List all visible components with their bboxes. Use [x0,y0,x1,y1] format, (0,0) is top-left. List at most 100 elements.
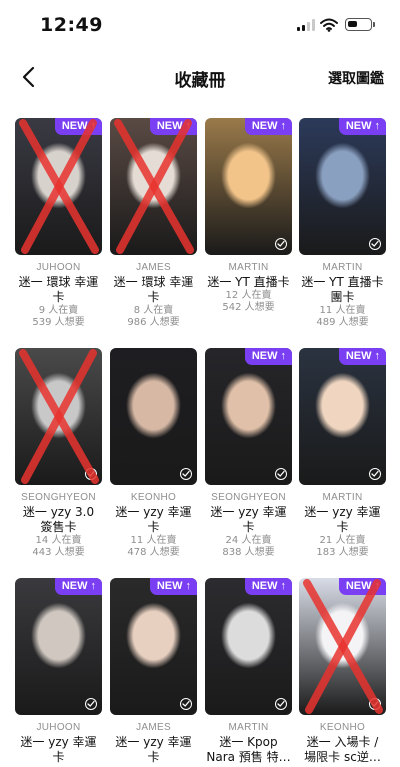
check-circle-icon [369,698,381,710]
card-title: 迷一 yzy 幸運 卡 [304,505,381,534]
arrow-up-icon: ↑ [185,120,192,132]
check-circle-icon [180,698,192,710]
arrow-up-icon: ↑ [90,120,97,132]
card-photo[interactable]: NEW ↑ [205,578,292,715]
card-sellers-count: 9 人在賣 [38,305,79,316]
arrow-up-icon: ↑ [185,580,192,592]
new-badge-label: NEW [61,120,88,132]
card[interactable]: NEW ↑ JAMES 迷一 yzy 幸運 卡 [110,578,197,765]
card[interactable]: NEW ↑ SEONGHYEON 迷一 yzy 幸運 卡 24 人在賣 838 人想要 [205,348,292,559]
battery-icon [345,18,375,31]
card-photo[interactable]: NEW ↑ [205,118,292,255]
card-sellers-count: 11 人在賣 [319,305,366,316]
card-sellers-count: 8 人在賣 [133,305,174,316]
card-sellers-count: 11 人在賣 [130,535,177,546]
card-title: 迷一 yzy 幸運 卡 [115,735,192,764]
card-title: 迷一 yzy 幸運 卡 [115,505,192,534]
arrow-up-icon: ↑ [374,580,381,592]
new-badge: NEW ↑ [54,578,102,595]
card-title: 迷一 入場卡 / 場限卡 sc逆… [304,735,381,764]
card[interactable]: NEW ↑ JUHOON 迷一 yzy 幸運 卡 [15,578,102,765]
card-photo[interactable] [110,348,197,485]
new-badge-label: NEW [156,120,183,132]
card-photo[interactable]: NEW ↑ [110,118,197,255]
card[interactable]: NEW ↑ JAMES 迷一 環球 幸運 卡8 人在賣 986 人想要 [110,118,197,329]
card-artist: SEONGHYEON [21,492,96,503]
card[interactable]: NEW ↑ MARTIN 迷一 YT 直播卡 團卡 11 人在賣 489 人想要 [299,118,386,329]
card-title: 迷一 yzy 幸運 卡 [20,735,97,764]
card-artist: JUHOON [36,722,81,733]
card[interactable]: KEONHO 迷一 yzy 幸運 卡 11 人在賣 478 人想要 [110,348,197,559]
card-title: 迷一 yzy 幸運 卡 [210,505,287,534]
check-circle-icon [275,468,287,480]
card-photo[interactable]: NEW ↑ [110,578,197,715]
cross-out-mark-icon [303,579,383,714]
card-artist: KEONHO [130,492,177,503]
card-artist: JAMES [136,722,171,733]
arrow-up-icon: ↑ [374,350,381,362]
card-sellers-count: 24 人在賣 [225,535,272,546]
arrow-up-icon: ↑ [280,120,287,132]
cross-out-mark-icon [19,119,99,254]
card-photo[interactable]: NEW ↑ [299,578,386,715]
card-sellers-count: 14 人在賣 [35,535,82,546]
card-wanted-count: 986 人想要 [127,317,180,328]
new-badge-label: NEW [345,580,372,592]
new-badge: NEW ↑ [338,118,386,135]
card-wanted-count: 838 人想要 [222,547,275,558]
card-artist: JAMES [136,262,171,273]
card-sellers-count: 21 人在賣 [319,535,366,546]
card-title: 迷一 Kpop Nara 預售 特… [206,735,291,764]
card-artist: SEONGHYEON [211,492,286,503]
new-badge-label: NEW [251,120,278,132]
card[interactable]: NEW ↑ JUHOON 迷一 環球 幸運 卡9 人在賣 539 人想要 [15,118,102,329]
card-artist: KEONHO [319,722,366,733]
check-circle-icon [180,468,192,480]
card-artist: MARTIN [228,722,269,733]
check-circle-icon [275,238,287,250]
status-time: 12:49 [40,14,103,36]
new-badge-label: NEW [345,120,372,132]
new-badge-label: NEW [251,350,278,362]
card-photo[interactable]: NEW ↑ [205,348,292,485]
arrow-up-icon: ↑ [280,350,287,362]
card[interactable]: NEW ↑ MARTIN 迷一 Kpop Nara 預售 特… [205,578,292,765]
cross-out-mark-icon [114,119,194,254]
new-badge-label: NEW [61,580,88,592]
arrow-up-icon: ↑ [374,120,381,132]
new-badge: NEW ↑ [54,118,102,135]
card-wanted-count: 489 人想要 [316,317,369,328]
card-photo[interactable]: NEW ↑ [15,578,102,715]
card-photo[interactable] [15,348,102,485]
card-photo[interactable]: NEW ↑ [15,118,102,255]
card-wanted-count: 542 人想要 [222,302,275,313]
nav-bar: 收藏冊 選取圖鑑 [0,56,400,100]
card-wanted-count: 443 人想要 [32,547,85,558]
new-badge: NEW ↑ [244,118,292,135]
card-wanted-count: 183 人想要 [316,547,369,558]
check-circle-icon [85,698,97,710]
card-title: 迷一 環球 幸運 卡 [18,275,99,304]
status-bar: 12:49 [0,0,400,46]
card[interactable]: SEONGHYEON 迷一 yzy 3.0 簽售卡 14 人在賣 443 人想要 [15,348,102,559]
check-circle-icon [369,238,381,250]
new-badge: NEW ↑ [338,348,386,365]
card[interactable]: NEW ↑ MARTIN 迷一 yzy 幸運 卡 21 人在賣 183 人想要 [299,348,386,559]
new-badge-label: NEW [345,350,372,362]
card-artist: MARTIN [228,262,269,273]
card-photo[interactable]: NEW ↑ [299,348,386,485]
card-artist: MARTIN [322,262,363,273]
select-collection-button[interactable]: 選取圖鑑 [328,68,384,88]
card-photo[interactable]: NEW ↑ [299,118,386,255]
card-artist: MARTIN [322,492,363,503]
card-sellers-count: 12 人在賣 [225,290,272,301]
card-title: 迷一 yzy 3.0 簽售卡 [22,505,95,534]
card[interactable]: NEW ↑ MARTIN 迷一 YT 直播卡 12 人在賣 542 人想要 [205,118,292,314]
new-badge: NEW ↑ [149,578,197,595]
arrow-up-icon: ↑ [90,580,97,592]
card-title: 迷一 環球 幸運 卡 [113,275,194,304]
check-circle-icon [275,698,287,710]
new-badge-label: NEW [251,580,278,592]
cross-out-mark-icon [19,349,99,484]
card[interactable]: NEW ↑ KEONHO 迷一 入場卡 / 場限卡 sc逆… [299,578,386,765]
